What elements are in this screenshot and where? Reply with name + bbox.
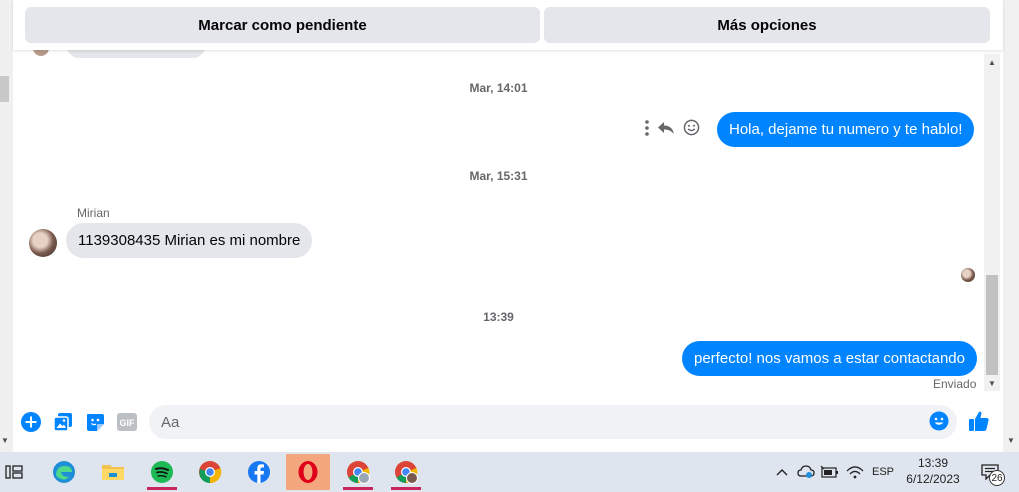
message-actions — [645, 119, 713, 141]
chrome-profile-icon[interactable] — [336, 454, 380, 490]
file-explorer-icon[interactable] — [91, 454, 135, 490]
wifi-icon[interactable] — [844, 452, 866, 492]
timestamp-divider: Mar, 15:31 — [469, 169, 528, 183]
message-list: Mar, 14:01 Hola, dejame tu numero y te h… — [13, 50, 984, 395]
conversation-header: Marcar como pendiente Más opciones — [13, 0, 1003, 50]
chrome-profile-icon[interactable] — [384, 454, 428, 490]
previous-message-bubble[interactable] — [67, 50, 205, 58]
spotify-running-indicator — [147, 487, 177, 490]
incoming-message[interactable]: 1139308435 Mirian es mi nombre — [66, 223, 313, 258]
more-vertical-icon[interactable] — [645, 119, 649, 141]
spotify-icon[interactable] — [140, 454, 184, 490]
left-scroll-nub[interactable] — [0, 76, 9, 102]
previous-avatar — [33, 50, 49, 56]
image-icon[interactable] — [52, 411, 74, 433]
language-indicator[interactable]: ESP — [869, 452, 897, 492]
chevron-up-icon[interactable] — [772, 452, 792, 492]
page-scrollbar[interactable]: ▼ — [1003, 0, 1019, 452]
chat-scroll-up-arrow[interactable]: ▲ — [988, 58, 996, 67]
facebook-icon[interactable] — [237, 454, 281, 490]
reply-icon[interactable] — [657, 121, 675, 140]
clock-date: 6/12/2023 — [906, 472, 960, 486]
timestamp-divider: Mar, 14:01 — [469, 81, 528, 95]
notifications-icon[interactable]: 26 — [975, 452, 1005, 492]
message-composer: GIF — [13, 400, 1003, 444]
chrome-profile-running-indicator — [391, 487, 421, 490]
sticker-icon[interactable] — [84, 411, 106, 433]
page-scroll-down-arrow[interactable]: ▼ — [1007, 436, 1015, 445]
contact-avatar[interactable] — [29, 229, 57, 257]
like-icon[interactable] — [968, 410, 990, 432]
edge-icon[interactable] — [42, 454, 86, 490]
message-input-container — [149, 405, 957, 439]
delivery-status: Enviado — [933, 377, 977, 391]
react-smiley-icon[interactable] — [683, 119, 700, 141]
timestamp-divider: 13:39 — [483, 310, 514, 324]
left-scroll-down-arrow[interactable]: ▼ — [1, 436, 9, 445]
sender-name: Mirian — [77, 206, 110, 220]
battery-icon[interactable] — [819, 452, 841, 492]
seen-receipt-avatar — [961, 268, 975, 282]
chrome-icon[interactable] — [188, 454, 232, 490]
windows-taskbar: ESP 13:39 6/12/2023 26 — [0, 452, 1019, 492]
opera-icon[interactable] — [286, 454, 330, 490]
more-options-button[interactable]: Más opciones — [544, 7, 990, 43]
emoji-icon[interactable] — [929, 411, 949, 436]
gif-icon[interactable]: GIF — [116, 411, 138, 433]
plus-icon[interactable] — [20, 411, 42, 433]
chat-scroll-thumb[interactable] — [986, 275, 998, 375]
message-input[interactable] — [161, 405, 921, 439]
chat-scrollbar[interactable]: ▲ ▼ — [984, 54, 1000, 391]
gif-label: GIF — [120, 418, 136, 428]
onedrive-sync-icon[interactable] — [795, 452, 817, 492]
clock-time: 13:39 — [917, 456, 949, 470]
mark-pending-button[interactable]: Marcar como pendiente — [25, 7, 540, 43]
screen: ▼ ▼ Marcar como pendiente Más opciones M… — [0, 0, 1019, 492]
task-view-icon[interactable] — [0, 454, 36, 490]
chat-scroll-down-arrow[interactable]: ▼ — [988, 379, 996, 388]
outgoing-message[interactable]: perfecto! nos vamos a estar contactando — [682, 341, 977, 376]
outgoing-message[interactable]: Hola, dejame tu numero y te hablo! — [717, 112, 975, 147]
chrome-profile-running-indicator — [343, 487, 373, 490]
taskbar-clock[interactable]: 13:39 6/12/2023 — [900, 455, 966, 487]
left-page-edge: ▼ — [0, 0, 13, 452]
notification-count-badge: 26 — [989, 470, 1005, 486]
